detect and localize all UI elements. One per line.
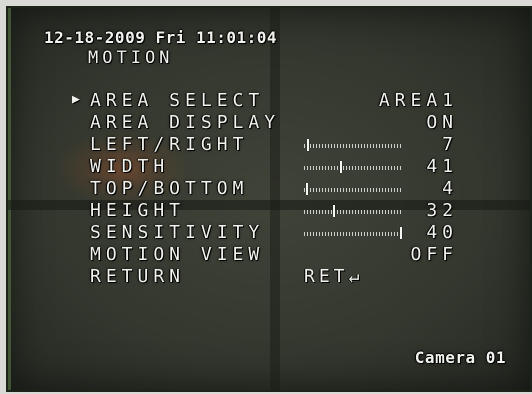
camera-label: Camera 01 — [414, 348, 506, 367]
slider-thumb[interactable] — [333, 205, 335, 217]
menu-item-height[interactable]: HEIGHT 32 — [8, 200, 530, 222]
menu-item-value: 41 — [426, 156, 458, 177]
menu-item-value: 4 — [442, 178, 458, 199]
menu-item-value: 32 — [426, 200, 458, 221]
osd-timestamp: 12-18-2009 Fri 11:01:04 — [44, 28, 278, 47]
slider-track — [304, 188, 402, 192]
menu-item-return[interactable]: RETURN RET↵ — [8, 266, 530, 288]
slider-track — [304, 144, 402, 148]
slider-track — [304, 166, 402, 170]
slider-thumb[interactable] — [307, 139, 309, 151]
menu-item-label: MOTION VIEW — [90, 244, 265, 265]
menu-item-label: RETURN — [90, 266, 186, 287]
menu-item-label: LEFT/RIGHT — [90, 134, 249, 155]
sensitivity-slider[interactable] — [304, 227, 402, 239]
height-slider[interactable] — [304, 205, 402, 217]
slider-track — [304, 232, 402, 236]
menu-item-value: 40 — [426, 222, 458, 243]
menu-item-value: ON — [426, 112, 458, 133]
return-button[interactable]: RET↵ — [304, 266, 363, 287]
camera-monitor-screen: 12-18-2009 Fri 11:01:04 MOTION ▶ AREA SE… — [6, 6, 532, 392]
slider-thumb[interactable] — [400, 227, 402, 239]
menu-item-label: AREA DISPLAY — [90, 112, 281, 133]
slider-thumb[interactable] — [306, 183, 308, 195]
selection-cursor-icon: ▶ — [72, 92, 80, 107]
menu-item-sensitivity[interactable]: SENSITIVITY 40 — [8, 222, 530, 244]
slider-track — [304, 210, 402, 214]
menu-item-label: AREA SELECT — [90, 90, 265, 111]
menu-item-label: WIDTH — [90, 156, 170, 177]
top-bottom-slider[interactable] — [304, 183, 402, 195]
menu-item-left-right[interactable]: LEFT/RIGHT 7 — [8, 134, 530, 156]
slider-thumb[interactable] — [340, 161, 342, 173]
menu-item-label: SENSITIVITY — [90, 222, 265, 243]
menu-item-top-bottom[interactable]: TOP/BOTTOM 4 — [8, 178, 530, 200]
menu-item-label: HEIGHT — [90, 200, 186, 221]
menu-item-value: AREA1 — [378, 90, 458, 111]
width-slider[interactable] — [304, 161, 402, 173]
menu-item-value: OFF — [410, 244, 458, 265]
left-right-slider[interactable] — [304, 139, 402, 151]
menu-title: MOTION — [88, 48, 174, 68]
menu-item-value: 7 — [442, 134, 458, 155]
menu-item-motion-view[interactable]: MOTION VIEW OFF — [8, 244, 530, 266]
menu-item-label: TOP/BOTTOM — [90, 178, 249, 199]
menu-item-area-display[interactable]: AREA DISPLAY ON — [8, 112, 530, 134]
menu-item-area-select[interactable]: ▶ AREA SELECT AREA1 — [8, 90, 530, 112]
menu-item-width[interactable]: WIDTH 41 — [8, 156, 530, 178]
